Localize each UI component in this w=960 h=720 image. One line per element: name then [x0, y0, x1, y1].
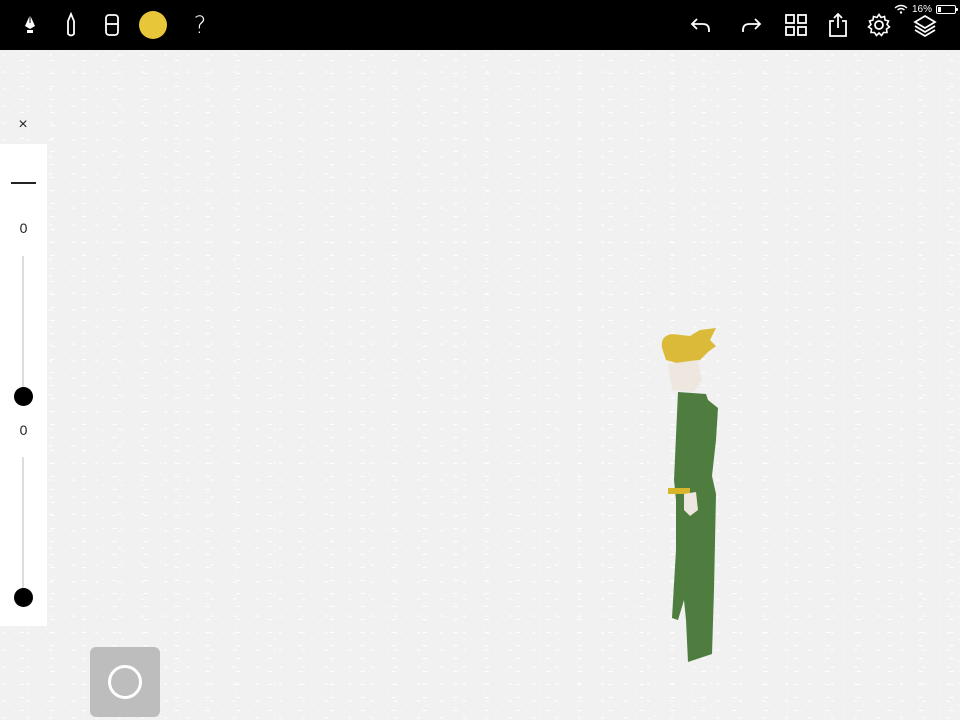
undo-icon — [690, 18, 710, 32]
brush-settings-panel: 0 0 — [0, 144, 47, 626]
quick-eraser-button[interactable] — [90, 647, 160, 717]
minus-icon[interactable] — [11, 182, 36, 184]
battery-fill — [938, 6, 941, 12]
help-button[interactable]: ? — [180, 0, 220, 50]
settings-icon — [867, 13, 891, 37]
help-label: ? — [193, 11, 207, 39]
opacity-slider-value: 0 — [19, 422, 28, 438]
pen-icon — [25, 15, 35, 33]
redo-icon — [742, 18, 762, 32]
opacity-slider-track[interactable] — [22, 457, 24, 597]
figure-hair — [661, 328, 716, 364]
brush-tool-button[interactable] — [51, 0, 91, 50]
battery-percent: 16% — [911, 3, 932, 15]
gallery-button[interactable] — [776, 0, 816, 50]
eraser-icon — [105, 14, 119, 36]
redo-button[interactable] — [731, 0, 771, 50]
pen-tool-button[interactable] — [10, 0, 50, 50]
wifi-icon — [894, 4, 908, 14]
top-toolbar: ? 16% — [0, 0, 960, 50]
size-slider-thumb[interactable] — [14, 387, 33, 406]
drawn-figure — [661, 328, 718, 662]
figure-belt — [668, 488, 690, 494]
share-icon — [829, 12, 847, 37]
ring-icon — [108, 665, 142, 699]
drawing-canvas[interactable] — [0, 50, 960, 720]
figure-face — [668, 360, 702, 392]
opacity-slider-thumb[interactable] — [14, 588, 33, 607]
brush-icon — [67, 12, 75, 37]
close-icon: × — [18, 116, 28, 133]
size-slider-value: 0 — [19, 220, 28, 236]
close-panel-button[interactable]: × — [12, 114, 34, 136]
figure-coat — [672, 392, 718, 662]
status-bar: 16% — [894, 2, 958, 16]
undo-button[interactable] — [681, 0, 721, 50]
eraser-tool-button[interactable] — [92, 0, 132, 50]
battery-icon — [936, 4, 958, 14]
color-picker-swatch[interactable] — [139, 11, 167, 39]
size-slider-track[interactable] — [22, 256, 24, 396]
gallery-icon — [785, 14, 807, 36]
share-button[interactable] — [818, 0, 858, 50]
